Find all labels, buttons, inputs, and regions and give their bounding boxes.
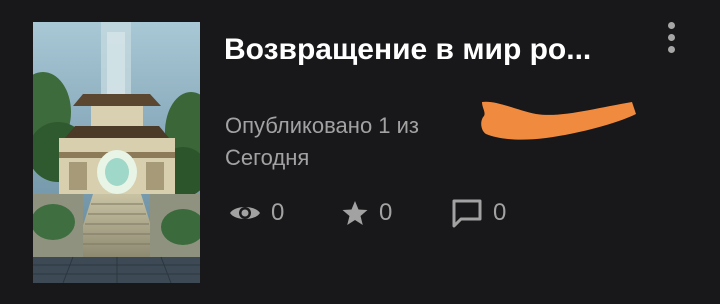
views-stat: 0 bbox=[229, 197, 284, 229]
comments-count: 0 bbox=[493, 199, 507, 226]
cover-image[interactable] bbox=[33, 22, 200, 283]
comment-icon bbox=[452, 199, 482, 228]
views-count: 0 bbox=[271, 199, 285, 226]
eye-icon bbox=[230, 207, 260, 219]
star-icon bbox=[342, 201, 368, 225]
publish-date: Сегодня bbox=[225, 145, 310, 170]
more-vertical-icon[interactable] bbox=[659, 18, 685, 58]
story-title[interactable]: Возвращение в мир ро... bbox=[224, 30, 644, 74]
published-status: Опубликовано 1 из bbox=[225, 113, 420, 138]
story-card[interactable]: Возвращение в мир ро... Опубликовано 1 и… bbox=[0, 0, 720, 304]
favorites-stat: 0 bbox=[341, 197, 392, 229]
redaction-mark bbox=[481, 101, 636, 140]
favorites-count: 0 bbox=[379, 199, 393, 226]
comments-stat: 0 bbox=[451, 197, 506, 229]
